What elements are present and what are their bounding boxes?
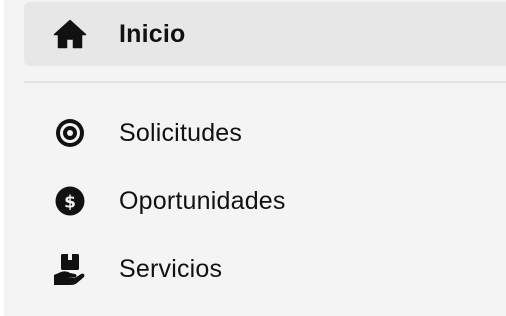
sidebar: Inicio Solicitudes $ Oportunidades Servi… xyxy=(4,0,506,316)
hand-holding-box-icon xyxy=(52,251,88,287)
svg-text:$: $ xyxy=(64,193,76,213)
dollar-coin-icon: $ xyxy=(52,183,88,219)
sidebar-divider xyxy=(24,81,506,83)
sidebar-item-inicio[interactable]: Inicio xyxy=(24,2,506,66)
sidebar-item-label: Solicitudes xyxy=(119,118,243,147)
sidebar-item-servicios[interactable]: Servicios xyxy=(24,237,506,301)
sidebar-item-solicitudes[interactable]: Solicitudes xyxy=(24,101,506,165)
sidebar-item-label: Inicio xyxy=(119,19,186,48)
sidebar-item-label: Servicios xyxy=(119,254,223,283)
sidebar-item-label: Oportunidades xyxy=(119,186,286,215)
target-icon xyxy=(52,115,88,151)
sidebar-item-oportunidades[interactable]: $ Oportunidades xyxy=(24,169,506,233)
home-icon xyxy=(52,16,88,52)
